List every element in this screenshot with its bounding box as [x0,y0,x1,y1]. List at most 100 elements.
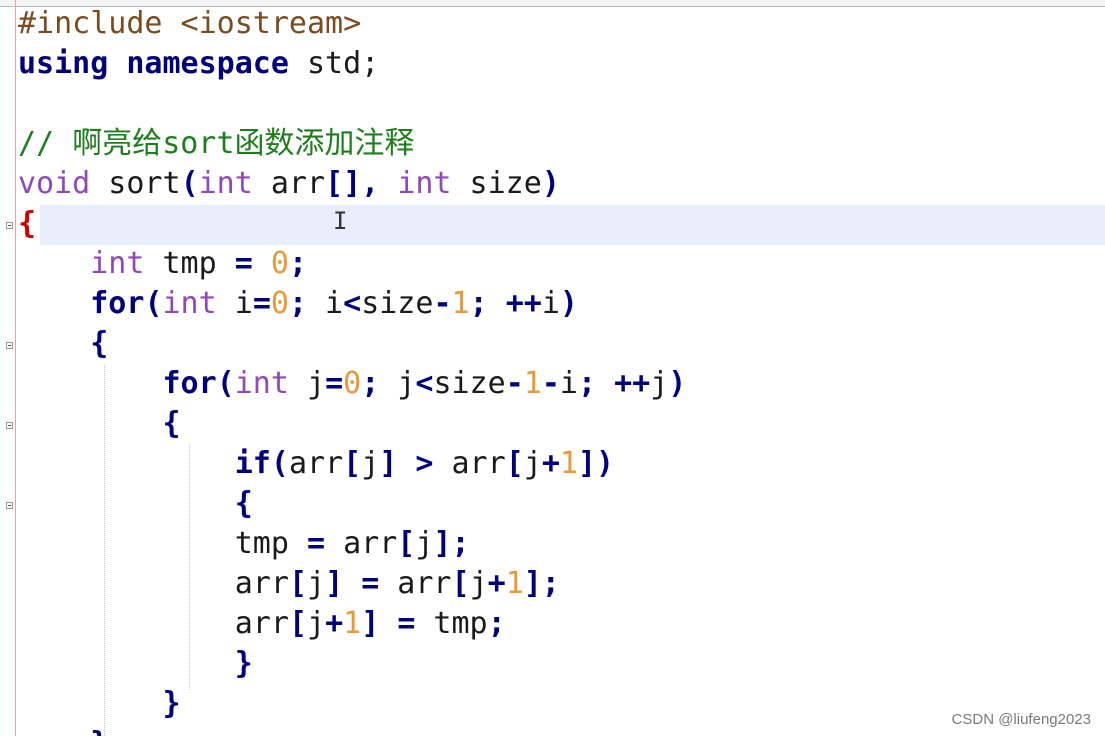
code-line[interactable]: tmp = arr[j]; [18,524,686,564]
code-token: tmp [18,526,307,561]
code-line[interactable]: using namespace std; [18,44,686,84]
code-line[interactable]: } [18,684,686,724]
code-token: ) [668,366,687,401]
code-token: j [379,366,416,401]
code-line[interactable]: arr[j+1] = tmp; [18,604,686,644]
code-token: = [234,246,253,281]
code-token: [], [325,166,380,201]
code-token: j [307,606,326,641]
code-token: [ [505,446,524,481]
code-line[interactable]: int tmp = 0; [18,244,686,284]
code-token: = [252,286,271,321]
code-token: j [650,366,669,401]
code-token: j [288,366,326,401]
code-token: } [90,726,108,736]
code-token: ]) [577,446,615,481]
fold-minus-icon[interactable] [6,222,13,229]
code-line[interactable]: { [18,484,686,524]
code-line[interactable]: { [18,404,686,444]
code-token: [ [343,446,362,481]
code-token: ++ [614,366,651,401]
code-token: // [18,126,73,161]
code-token: ]; [523,566,560,601]
code-token: j [469,566,488,601]
code-token: ; [288,246,307,281]
code-token: i [559,366,578,401]
code-token: - [505,366,524,401]
fold-minus-icon[interactable] [6,422,13,429]
code-token: = [361,566,380,601]
code-token: 1 [451,286,470,321]
code-token: 函数添加注释 [234,126,415,161]
code-line[interactable]: } [18,644,686,684]
code-line[interactable]: { [18,204,686,244]
code-token: for [162,366,217,401]
code-token: sort [162,126,235,161]
code-token: } [234,646,253,681]
code-line[interactable]: for(int j=0; j<size-1-i; ++j) [18,364,687,404]
code-token: } [162,686,181,721]
code-token: arr [18,566,289,601]
code-editor[interactable]: #include <iostream> using namespace std; … [0,0,1105,736]
code-line[interactable] [18,84,686,124]
watermark: CSDN @liufeng2023 [951,711,1091,728]
code-token: size [451,166,542,201]
code-token: i [541,286,560,321]
fold-minus-icon[interactable] [6,342,13,349]
code-token: { [18,206,37,241]
code-token: + [487,566,506,601]
code-line[interactable]: // 啊亮给sort函数添加注释 [18,124,686,164]
code-line[interactable]: void sort(int arr[], int size) [18,164,686,204]
fold-minus-icon[interactable] [6,502,13,509]
code-line[interactable]: } [18,724,686,736]
code-token: ( [216,366,235,401]
code-token: int [90,246,145,281]
code-token: std; [288,46,380,81]
code-token: 1 [343,606,362,641]
code-token: ( [270,446,289,481]
code-token: int [397,166,452,201]
code-token: 啊亮给 [72,126,163,161]
code-token: ] [379,446,398,481]
code-token: j [523,446,542,481]
code-token: ( [144,286,163,321]
code-line[interactable]: for(int i=0; i<size-1; ++i) [18,284,686,324]
code-token: [ [451,566,470,601]
code-token: < [415,366,434,401]
code-token: int [234,366,289,401]
code-token: 0 [343,366,362,401]
code-token: using [18,46,109,81]
code-token: = [325,366,344,401]
code-line[interactable]: { [18,324,686,364]
code-token: int [162,286,217,321]
code-token: [ [288,606,307,641]
code-token: for [90,286,145,321]
code-token: ] [361,606,380,641]
code-token: - [433,286,452,321]
code-token: j [361,446,380,481]
code-token: 0 [270,246,289,281]
code-token: ; [577,366,596,401]
code-token: ; [487,606,506,641]
code-text[interactable]: #include <iostream> using namespace std; … [18,4,686,736]
code-line[interactable]: if(arr[j] > arr[j+1]) [18,444,686,484]
code-token: [ [397,526,416,561]
code-token: arr [252,166,326,201]
code-line[interactable]: #include <iostream> [18,4,686,44]
code-token: = [306,526,326,561]
code-line[interactable]: arr[j] = arr[j+1]; [18,564,686,604]
